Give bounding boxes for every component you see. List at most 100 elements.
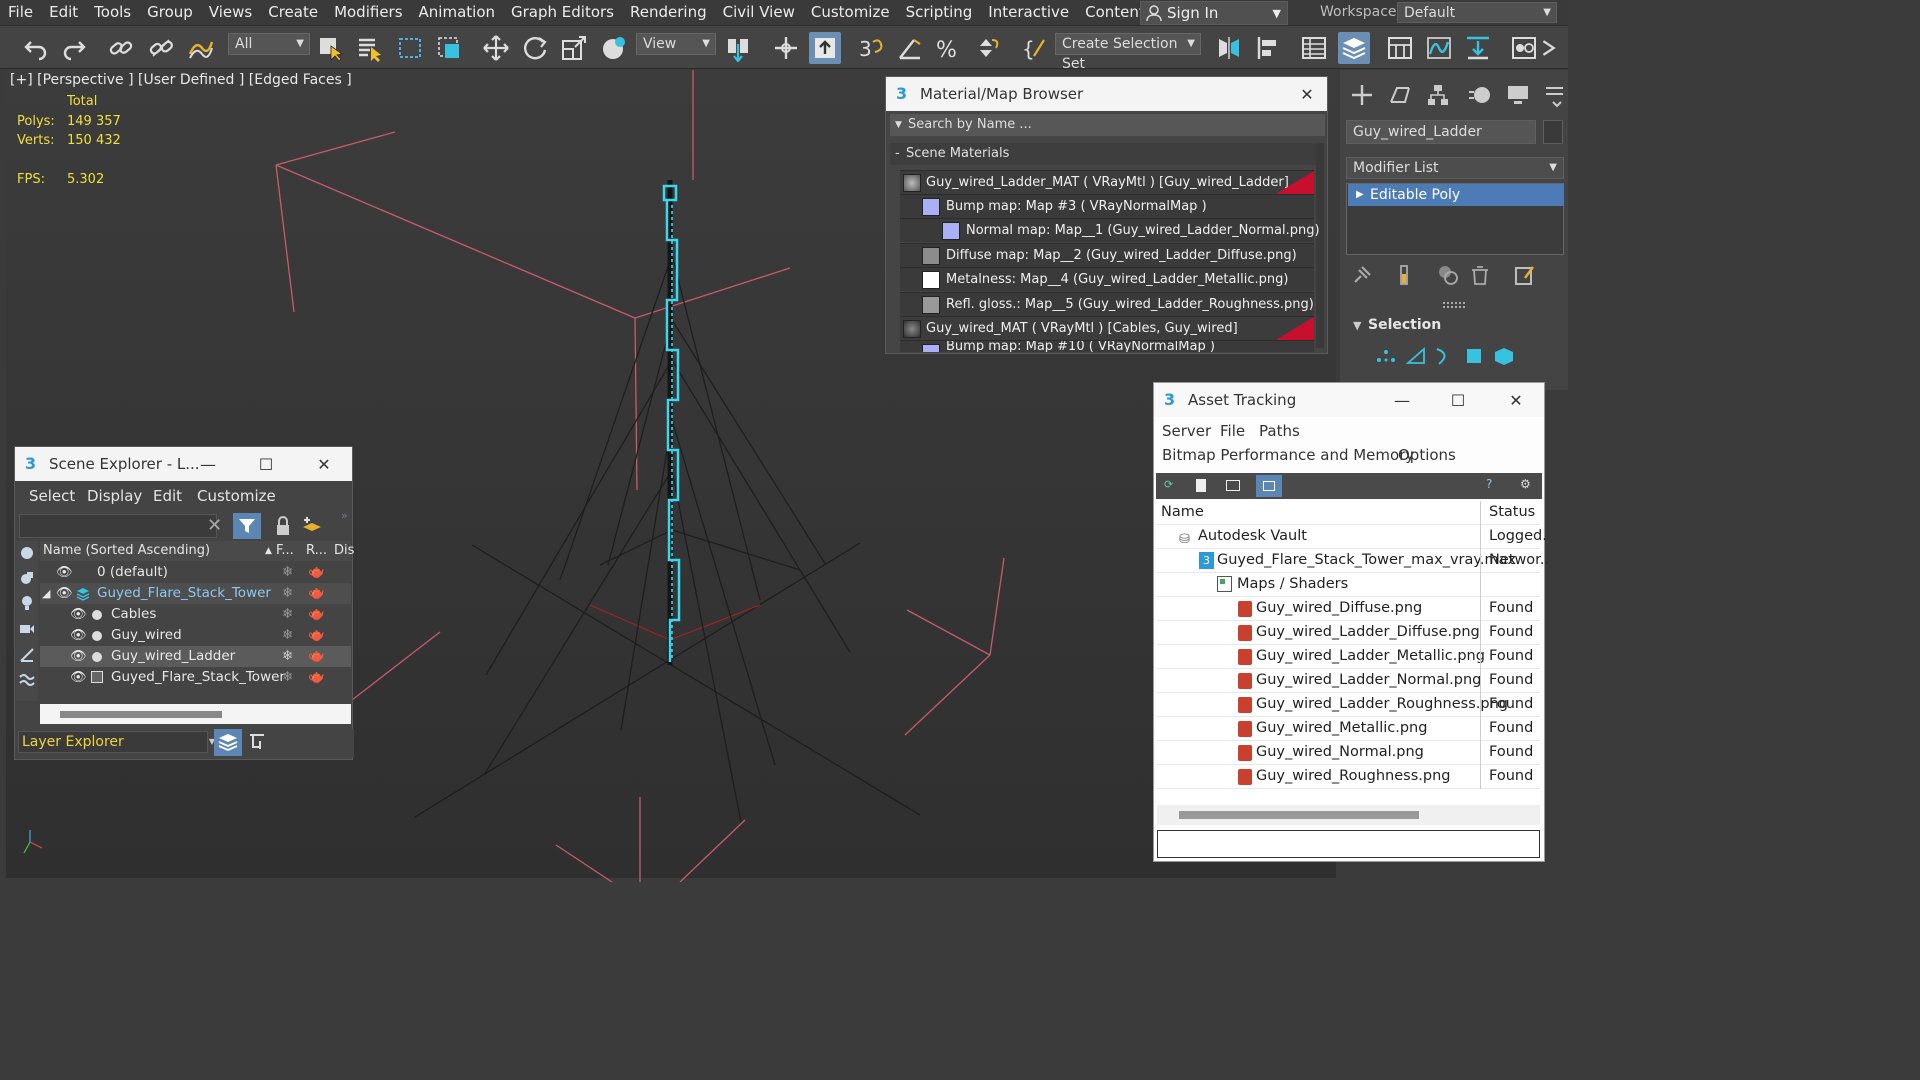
object-row-guy-wired[interactable]: 👁 Guy_wired ❄ 🫖 — [40, 625, 351, 646]
edge-icon[interactable] — [1405, 346, 1427, 366]
object-row-cables[interactable]: 👁 Cables ❄ 🫖 — [40, 604, 351, 625]
viewport-label[interactable]: [+] [Perspective ] [User Defined ] [Edge… — [10, 72, 352, 88]
asset-status-column-header[interactable]: Status — [1485, 501, 1535, 524]
teapot-render-icon[interactable]: 🫖 — [308, 667, 325, 688]
map-row[interactable]: Diffuse map: Map__2 (Guy_wired_Ladder_Di… — [900, 243, 1314, 267]
map-row[interactable]: Normal map: Map__1 (Guy_wired_Ladder_Nor… — [900, 218, 1320, 242]
freeze-icon[interactable]: ❄ — [282, 667, 293, 688]
asset-path-field[interactable] — [1157, 830, 1540, 858]
scrollbar-thumb[interactable] — [1179, 811, 1419, 819]
map-row[interactable]: Metalness: Map__4 (Guy_wired_Ladder_Meta… — [900, 267, 1314, 291]
asset-horizontal-scrollbar[interactable] — [1157, 805, 1540, 825]
asset-tracking-titlebar[interactable]: 3 Asset Tracking — ☐ ✕ — [1154, 383, 1544, 417]
modifier-stack-item[interactable]: ▶ Editable Poly — [1348, 184, 1564, 206]
modify-tab-icon[interactable] — [1387, 82, 1413, 108]
selection-rollout-header[interactable]: Selection — [1368, 317, 1441, 333]
scene-materials-group[interactable]: - Scene Materials — [890, 143, 1320, 165]
asset-row[interactable]: Guy_wired_Roughness.png Found — [1157, 765, 1540, 789]
add-layer-icon[interactable] — [301, 515, 323, 537]
scene-explorer-titlebar[interactable]: 3 Scene Explorer - L... — ☐ ✕ — [15, 447, 352, 481]
teapot-render-icon[interactable]: 🫖 — [308, 583, 325, 604]
hierarchy-tab-icon[interactable] — [1425, 82, 1451, 108]
map-row[interactable]: Refl. gloss.: Map__5 (Guy_wired_Ladder_R… — [900, 292, 1314, 316]
object-row-guy-wired-ladder[interactable]: 👁 Guy_wired_Ladder ❄ 🫖 — [40, 646, 351, 667]
column-divider[interactable] — [1480, 501, 1481, 525]
configure-modifier-sets-icon[interactable] — [1513, 264, 1535, 286]
asset-row[interactable]: ⛁ Autodesk Vault Logged. — [1157, 525, 1547, 549]
freeze-column-header[interactable]: F... — [276, 541, 294, 561]
refresh-icon[interactable]: ⟳ — [1164, 478, 1178, 492]
freeze-icon[interactable]: ❄ — [282, 625, 293, 646]
list-view-icon[interactable] — [1196, 479, 1206, 492]
asset-menu-bitmap-performance[interactable]: Bitmap Performance and Memory — [1162, 446, 1414, 464]
asset-menu-options[interactable]: Options — [1398, 446, 1456, 464]
display-tab-icon[interactable] — [1505, 82, 1531, 108]
display-column-header[interactable]: Dis — [334, 541, 354, 561]
eye-icon[interactable]: 👁 — [70, 667, 87, 688]
scene-explorer-search-input[interactable] — [19, 514, 217, 538]
maximize-icon[interactable]: ☐ — [1438, 383, 1478, 417]
tree-view-icon[interactable] — [1256, 475, 1282, 497]
layer-explorer-mode-icon[interactable] — [214, 729, 242, 756]
asset-menu-server[interactable]: Server — [1162, 422, 1211, 440]
pin-stack-icon[interactable] — [1351, 264, 1373, 286]
table-view-icon[interactable] — [1226, 480, 1240, 491]
asset-row[interactable]: Guy_wired_Metallic.png Found — [1157, 717, 1540, 741]
asset-name-column-header[interactable]: Name — [1161, 501, 1204, 524]
asset-row[interactable]: Guy_wired_Ladder_Roughness.png Found — [1157, 693, 1540, 717]
polygon-icon[interactable] — [1463, 346, 1485, 366]
object-row-tower[interactable]: 👁 Guyed_Flare_Stack_Tower ❄ 🫖 — [40, 667, 351, 688]
lock-icon[interactable] — [273, 515, 293, 537]
border-icon[interactable] — [1433, 346, 1455, 366]
filter-icon[interactable] — [233, 513, 261, 539]
material-search-input[interactable]: ▼ Search by Name ... — [890, 114, 1325, 136]
rollout-collapse-icon[interactable]: ▼ — [1353, 319, 1361, 332]
asset-row[interactable]: 3 Guyed_Flare_Stack_Tower_max_vray.max N… — [1157, 549, 1549, 573]
freeze-icon[interactable]: ❄ — [282, 562, 293, 583]
motion-tab-icon[interactable] — [1467, 82, 1493, 108]
asset-menu-file[interactable]: File — [1220, 422, 1245, 440]
horizontal-scrollbar[interactable] — [40, 704, 351, 724]
se-menu-display[interactable]: Display — [87, 487, 142, 505]
expand-arrow-icon[interactable]: ◢ — [42, 583, 50, 604]
object-name-field[interactable]: Guy_wired_Ladder — [1346, 120, 1536, 144]
map-row[interactable]: Bump map: Map #10 ( VRayNormalMap ) — [900, 340, 1314, 352]
vertex-icon[interactable] — [1375, 346, 1397, 366]
panel-resize-handle[interactable] — [1443, 302, 1465, 308]
se-menu-customize[interactable]: Customize — [197, 487, 276, 505]
expand-arrow-icon[interactable]: ▶ — [1356, 184, 1364, 206]
freeze-icon[interactable]: ❄ — [282, 604, 293, 625]
se-menu-edit[interactable]: Edit — [153, 487, 182, 505]
help-icon[interactable]: ? — [1486, 477, 1492, 491]
freeze-icon[interactable]: ❄ — [282, 646, 293, 667]
explorer-type-select[interactable]: Layer Explorer ▼ — [18, 731, 215, 753]
maximize-icon[interactable]: ☐ — [246, 447, 286, 481]
object-color-swatch[interactable] — [1543, 120, 1563, 144]
material-row[interactable]: Guy_wired_Ladder_MAT ( VRayMtl ) [Guy_wi… — [900, 170, 1314, 194]
asset-row[interactable]: Guy_wired_Ladder_Normal.png Found — [1157, 669, 1540, 693]
hierarchy-mode-icon[interactable] — [248, 733, 266, 751]
collapse-icon[interactable]: - — [895, 143, 900, 165]
asset-row[interactable]: Guy_wired_Normal.png Found — [1157, 741, 1540, 765]
create-tab-icon[interactable] — [1349, 82, 1375, 108]
asset-row[interactable]: Guy_wired_Diffuse.png Found — [1157, 597, 1540, 621]
eye-icon[interactable]: 👁 — [70, 625, 87, 646]
settings-icon[interactable]: ⚙ — [1520, 477, 1531, 491]
element-icon[interactable] — [1493, 346, 1515, 366]
display-spacewarps-icon[interactable] — [19, 672, 35, 688]
minimize-icon[interactable]: — — [1382, 383, 1422, 417]
scrollbar-thumb[interactable] — [60, 711, 222, 718]
material-row[interactable]: Guy_wired_MAT ( VRayMtl ) [Cables, Guy_w… — [900, 316, 1314, 340]
show-end-result-icon[interactable] — [1393, 264, 1415, 286]
display-lights-icon[interactable] — [19, 595, 35, 611]
map-row[interactable]: Bump map: Map #3 ( VRayNormalMap ) — [900, 194, 1314, 218]
freeze-icon[interactable]: ❄ — [282, 583, 293, 604]
render-column-header[interactable]: R... — [306, 541, 327, 561]
layer-row-default[interactable]: 👁 0 (default) ❄ 🫖 — [40, 562, 351, 583]
display-helpers-icon[interactable] — [19, 647, 35, 663]
modifier-list-select[interactable]: Modifier List ▼ — [1346, 157, 1564, 179]
teapot-render-icon[interactable]: 🫖 — [308, 562, 325, 583]
chevron-down-icon[interactable]: ▼ — [895, 114, 902, 136]
asset-row[interactable]: Maps / Shaders — [1157, 573, 1540, 597]
display-geometry-icon[interactable] — [19, 570, 35, 586]
